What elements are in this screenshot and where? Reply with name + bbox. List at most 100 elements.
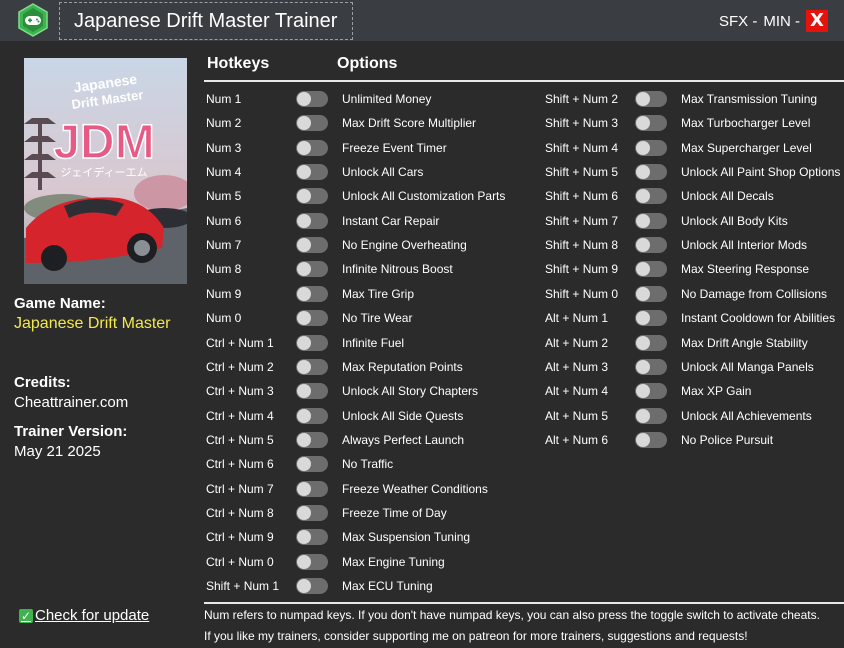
cheat-toggle-switch[interactable]	[635, 237, 667, 254]
game-name-value: Japanese Drift Master	[14, 315, 171, 332]
cheat-toggle-switch[interactable]	[296, 383, 328, 400]
close-button[interactable]: X	[806, 10, 828, 32]
cheat-toggle-switch[interactable]	[296, 91, 328, 107]
cheat-toggle-switch[interactable]	[296, 334, 328, 351]
option-label: Unlock All Story Chapters	[342, 384, 479, 399]
cheat-row: Ctrl + Num 2 Max Reputation Points	[206, 357, 463, 377]
cheat-toggle-switch[interactable]	[296, 310, 328, 327]
minimize-button[interactable]: MIN -	[763, 13, 800, 30]
cheat-toggle-switch[interactable]	[296, 358, 328, 375]
cheat-toggle-switch[interactable]	[296, 285, 328, 302]
cheat-toggle-switch[interactable]	[635, 115, 667, 132]
cheat-toggle-switch[interactable]	[635, 164, 667, 181]
cheat-row: Shift + Num 5 Unlock All Paint Shop Optio…	[545, 162, 840, 182]
hotkey-label: Shift + Num 2	[545, 92, 619, 106]
hotkey-label: Shift + Num 5	[545, 165, 619, 180]
hotkey-label: Shift + Num 6	[545, 189, 619, 204]
hotkey-label: Alt + Num 6	[545, 432, 609, 447]
hotkey-label: Alt + Num 4	[545, 384, 609, 399]
hotkey-label: Ctrl + Num 5	[206, 432, 274, 447]
option-label: Instant Car Repair	[342, 213, 440, 228]
cheat-toggle-switch[interactable]	[296, 115, 328, 132]
hotkey-label: Ctrl + Num 6	[206, 457, 274, 472]
option-label: Always Perfect Launch	[342, 432, 465, 447]
cheat-row: Ctrl + Num 0 Max Engine Tuning	[206, 552, 445, 572]
cheat-toggle-switch[interactable]	[635, 188, 667, 205]
cheat-toggle-switch[interactable]	[635, 212, 667, 229]
hotkey-label: Num 5	[206, 189, 242, 204]
hotkey-label: Num 1	[206, 92, 242, 106]
cheat-row: Shift + Num 6 Unlock All Decals	[545, 186, 774, 206]
cover-kana: ジェイディーエム	[60, 165, 147, 179]
window-controls: SFX - MIN - X	[719, 9, 828, 33]
footer-note-numpad: Num refers to numpad keys. If you don't …	[204, 608, 820, 622]
cheat-toggle-switch[interactable]	[296, 504, 328, 521]
cheat-toggle-switch[interactable]	[635, 431, 667, 448]
cheat-toggle-switch[interactable]	[635, 334, 667, 351]
hotkey-label: Num 3	[206, 140, 242, 155]
cheat-toggle-switch[interactable]	[296, 212, 328, 229]
cheat-row: Ctrl + Num 9 Max Suspension Tuning	[206, 527, 470, 547]
option-label: Unlock All Side Quests	[342, 408, 464, 423]
cheat-toggle-switch[interactable]	[635, 285, 667, 302]
hotkey-label: Shift + Num 7	[545, 213, 619, 228]
cheat-row: Num 8 Infinite Nitrous Boost	[206, 259, 453, 279]
cheat-row: Shift + Num 3 Max Turbocharger Level	[545, 113, 810, 133]
cheat-row: Ctrl + Num 4 Unlock All Side Quests	[206, 406, 463, 426]
cheat-toggle-switch[interactable]	[296, 480, 328, 497]
cheat-toggle-switch[interactable]	[296, 553, 328, 570]
hotkey-label: Shift + Num 8	[545, 238, 619, 253]
option-label: Max XP Gain	[681, 384, 752, 399]
cheat-toggle-switch[interactable]	[296, 529, 328, 546]
cheat-toggle-switch[interactable]	[635, 261, 667, 278]
cheat-row: Shift + Num 1 Max ECU Tuning	[206, 576, 433, 596]
option-label: Max Supercharger Level	[681, 140, 812, 155]
footer-divider	[204, 602, 844, 604]
hotkey-label: Shift + Num 9	[545, 262, 619, 277]
hotkey-label: Num 2	[206, 116, 242, 131]
hotkey-label: Ctrl + Num 3	[206, 384, 274, 399]
hotkey-label: Ctrl + Num 7	[206, 481, 274, 496]
option-label: Max Tire Grip	[342, 286, 415, 301]
cover-logo: JDM	[53, 116, 154, 169]
cheat-row: Num 6 Instant Car Repair	[206, 211, 439, 231]
option-label: Unlock All Interior Mods	[681, 238, 808, 253]
cheat-toggle-switch[interactable]	[296, 456, 328, 473]
cheat-toggle-switch[interactable]	[296, 578, 328, 594]
cheat-toggle-switch[interactable]	[635, 139, 667, 156]
title-bar: Japanese Drift Master Trainer SFX - MIN …	[0, 0, 844, 41]
cheat-row: Shift + Num 7 Unlock All Body Kits	[545, 211, 788, 231]
cheat-toggle-switch[interactable]	[635, 91, 667, 107]
trainer-version-value: May 21 2025	[14, 443, 101, 460]
cheat-toggle-switch[interactable]	[296, 188, 328, 205]
option-label: Max Turbocharger Level	[681, 116, 811, 131]
option-label: Infinite Nitrous Boost	[342, 262, 453, 277]
cheat-toggle-switch[interactable]	[635, 358, 667, 375]
cheat-toggle-switch[interactable]	[296, 261, 328, 278]
check-update-label: Check for update	[35, 607, 150, 624]
option-label: Max Reputation Points	[342, 359, 463, 374]
option-label: Unlock All Decals	[681, 189, 774, 204]
cheat-toggle-switch[interactable]	[635, 407, 667, 424]
cheat-row: Ctrl + Num 8 Freeze Time of Day	[206, 503, 447, 523]
hotkey-label: Num 4	[206, 165, 242, 180]
cheat-toggle-switch[interactable]	[296, 237, 328, 254]
options-header: Options	[337, 55, 398, 72]
sfx-button[interactable]: SFX -	[719, 13, 757, 30]
cheat-toggle-switch[interactable]	[296, 164, 328, 181]
option-label: Unlock All Cars	[342, 165, 424, 180]
hotkey-label: Alt + Num 3	[545, 359, 609, 374]
option-label: Freeze Time of Day	[342, 505, 447, 520]
hotkey-label: Shift + Num 4	[545, 140, 619, 155]
cheat-row: Num 7 No Engine Overheating	[206, 235, 467, 255]
cheat-row: Alt + Num 1 Instant Cooldown for Abilitie…	[545, 308, 835, 328]
cheat-toggle-switch[interactable]	[296, 139, 328, 156]
game-name-label: Game Name:	[14, 295, 106, 312]
cheat-toggle-switch[interactable]	[635, 310, 667, 327]
hotkey-label: Ctrl + Num 8	[206, 505, 274, 520]
check-update-link[interactable]: ✓ Check for update	[19, 607, 149, 624]
option-label: Unlimited Money	[342, 92, 432, 106]
cheat-toggle-switch[interactable]	[296, 431, 328, 448]
cheat-toggle-switch[interactable]	[296, 407, 328, 424]
cheat-toggle-switch[interactable]	[635, 383, 667, 400]
